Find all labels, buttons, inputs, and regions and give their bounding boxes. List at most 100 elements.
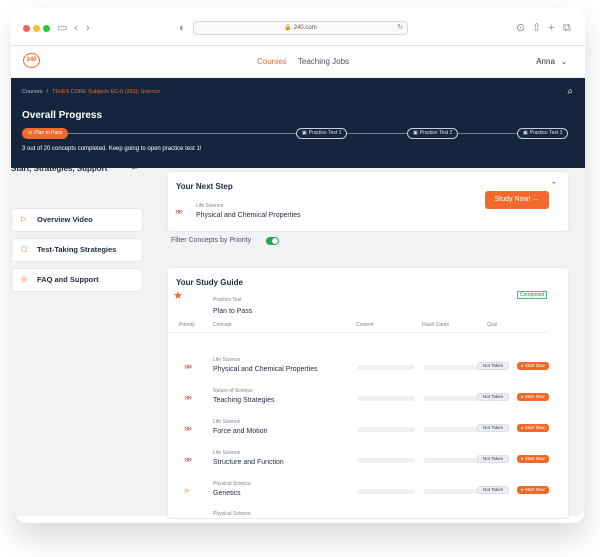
star-icon: ★ <box>173 290 183 302</box>
study-now-label: Study Now! <box>494 196 531 203</box>
next-step-concept: Physical and Chemical Properties <box>196 212 301 219</box>
downloads-icon[interactable]: ⊙ <box>516 21 525 35</box>
quiz-status: Not Taken <box>477 486 509 494</box>
divider <box>167 332 549 333</box>
brand-logo[interactable]: 240 <box>23 53 40 68</box>
row-subject: Physical Science <box>213 481 251 487</box>
row-subject: Nature of Science <box>213 388 253 394</box>
address-bar[interactable]: 🔒 240.com ↻ <box>193 21 408 35</box>
study-guide-title: Your Study Guide <box>176 278 243 287</box>
column-header-concept: Concept <box>213 322 232 328</box>
close-window-button[interactable] <box>23 25 30 32</box>
user-menu[interactable]: Anna ⌄ <box>536 57 567 66</box>
content-progress <box>357 458 415 463</box>
address-bar-url: 240.com <box>293 25 317 31</box>
check-circle-icon: ⊙ <box>28 130 33 136</box>
status-badge: Completed <box>517 291 548 299</box>
progress-banner: Courses / TExES CORE Subjects EC-6 (391): … <box>11 78 585 168</box>
sidebar-item-faq-support[interactable]: ◎ FAQ and Support <box>11 268 143 292</box>
row-concept[interactable]: Teaching Strategies <box>213 397 274 404</box>
nav-link-teaching-jobs[interactable]: Teaching Jobs <box>298 57 349 66</box>
row-concept[interactable]: Force and Motion <box>213 428 267 435</box>
back-icon[interactable]: ‹ <box>74 21 78 35</box>
practice-test-name[interactable]: Plan to Pass <box>213 308 252 315</box>
start-now-label: Start Now <box>524 394 545 399</box>
sidebar-item-label: FAQ and Support <box>37 275 99 284</box>
reload-icon[interactable]: ↻ <box>397 22 403 34</box>
sidebar-toggle-icon[interactable]: ▭ <box>57 21 67 35</box>
nav-link-courses[interactable]: Courses <box>257 57 287 66</box>
sidebar-item-overview-video[interactable]: ▷ Overview Video <box>11 208 143 232</box>
row-subject: Life Science <box>213 357 241 363</box>
new-tab-icon[interactable]: + <box>548 21 554 35</box>
chevron-down-icon: ⌄ <box>561 59 567 66</box>
priority-filter-toggle[interactable] <box>266 237 279 245</box>
chevron-up-icon[interactable]: ⌃ <box>551 181 557 189</box>
high-priority-icon: »» <box>184 392 192 402</box>
start-now-button[interactable]: ▸ Start Now <box>517 455 549 463</box>
start-now-label: Start Now <box>524 487 545 492</box>
next-step-subject: Life Science <box>196 203 224 209</box>
search-icon[interactable]: ⌕ <box>567 86 573 97</box>
breadcrumb-courses[interactable]: Courses <box>22 89 42 95</box>
arrow-right-icon: → <box>532 196 540 203</box>
quiz-status: Not Taken <box>477 393 509 401</box>
row-subject: Life Science <box>213 419 241 425</box>
milestone-practice-test-2[interactable]: ▣ Practice Test 2 <box>407 128 459 139</box>
breadcrumb: Courses / TExES CORE Subjects EC-6 (391): … <box>22 89 161 95</box>
high-priority-icon: »» <box>184 361 192 371</box>
row-concept[interactable]: Structure and Function <box>213 459 284 466</box>
help-circle-icon: ◎ <box>21 276 28 283</box>
column-header-quiz: Quiz <box>487 322 498 328</box>
sidebar-item-test-taking-strategies[interactable]: ▢ Test-Taking Strategies <box>11 238 143 262</box>
milestone-label: Practice Test 3 <box>529 130 563 136</box>
high-priority-icon: »» <box>175 206 183 216</box>
row-concept[interactable]: Genetics <box>213 490 241 497</box>
quiz-status: Not Taken <box>477 455 509 463</box>
next-step-title: Your Next Step <box>176 182 233 191</box>
collapse-sidebar-icon[interactable]: ← <box>130 162 139 172</box>
book-icon: ▢ <box>21 246 28 253</box>
milestone-practice-test-1[interactable]: ▣ Practice Test 1 <box>296 128 348 139</box>
video-icon: ▷ <box>21 216 27 223</box>
start-now-button[interactable]: ▸ Start Now <box>517 424 549 432</box>
sidebar-item-label: Overview Video <box>37 215 93 224</box>
row-subject: Life Science <box>213 450 241 456</box>
minimize-window-button[interactable] <box>33 25 40 32</box>
start-now-label: Start Now <box>524 425 545 430</box>
start-now-button[interactable]: ▸ Start Now <box>517 362 549 370</box>
study-now-button[interactable]: Study Now! → <box>485 191 549 209</box>
start-now-button[interactable]: ▸ Start Now <box>517 393 549 401</box>
progress-message: 3 out of 20 concepts completed. Keep goi… <box>22 146 202 152</box>
app-header: 240 Courses Teaching Jobs Anna ⌄ <box>11 46 585 78</box>
forward-icon[interactable]: › <box>86 21 90 35</box>
milestone-plan-to-pass[interactable]: ⊙ Plan to Pass <box>22 128 69 139</box>
filter-label: Filter Concepts by Priority <box>171 237 252 244</box>
milestone-label: Practice Test 2 <box>419 130 453 136</box>
maximize-window-button[interactable] <box>43 25 50 32</box>
page-title: Overall Progress <box>22 110 103 121</box>
content-progress <box>357 365 415 370</box>
main-nav: Courses Teaching Jobs <box>257 57 358 66</box>
start-now-button[interactable]: ▸ Start Now <box>517 486 549 494</box>
row-concept[interactable]: Physical and Chemical Properties <box>213 366 318 373</box>
lock-icon: ▣ <box>413 130 418 136</box>
column-header-priority: Priority <box>179 322 195 328</box>
milestone-label: Practice Test 1 <box>308 130 342 136</box>
flash-cards-progress <box>423 396 481 401</box>
flash-cards-progress <box>423 458 481 463</box>
quiz-status: Not Taken <box>477 424 509 432</box>
milestone-practice-test-3[interactable]: ▣ Practice Test 3 <box>517 128 569 139</box>
row-subject: Physical Science <box>213 511 251 517</box>
content-progress <box>357 427 415 432</box>
lock-icon: 🔒 <box>284 25 292 31</box>
share-icon[interactable]: ⇧ <box>532 21 541 35</box>
tabs-overview-icon[interactable]: ⧉ <box>563 21 571 35</box>
column-header-content: Content <box>356 322 374 328</box>
breadcrumb-current[interactable]: TExES CORE Subjects EC-6 (391): Science <box>52 89 160 95</box>
high-priority-icon: »» <box>184 423 192 433</box>
browser-toolbar: ▭ ‹ › ◐ 🔒 240.com ↻ ⊙ ⇧ + ⧉ <box>11 12 585 46</box>
privacy-shield-icon[interactable]: ◐ <box>179 21 186 35</box>
flash-cards-progress <box>423 427 481 432</box>
flash-cards-progress <box>423 365 481 370</box>
